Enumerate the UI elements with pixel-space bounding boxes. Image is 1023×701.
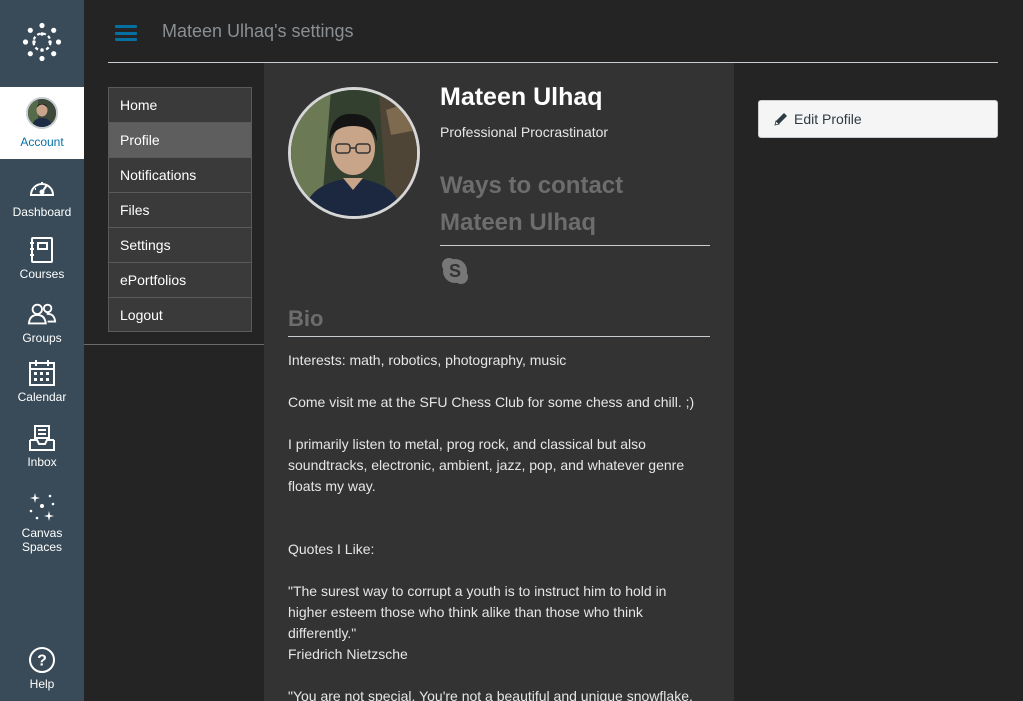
section-nav-divider	[84, 344, 264, 345]
secnav-item-profile[interactable]: Profile	[108, 122, 252, 157]
bio-heading: Bio	[288, 306, 710, 337]
nav-dashboard-label: Dashboard	[12, 205, 72, 219]
bio-music: I primarily listen to metal, prog rock, …	[288, 436, 685, 494]
bio-text: Interests: math, robotics, photography, …	[288, 350, 708, 701]
nav-canvas-spaces[interactable]: Canvas Spaces	[0, 490, 84, 554]
breadcrumb[interactable]: Mateen Ulhaq's settings	[162, 21, 354, 42]
bio-quote-author: Friedrich Nietzsche	[288, 646, 408, 662]
nav-account-label: Account	[20, 135, 64, 149]
menu-toggle-icon[interactable]	[115, 25, 137, 41]
nav-spaces-label-1: Canvas	[21, 526, 63, 540]
inbox-icon	[27, 423, 57, 453]
nav-courses-label: Courses	[19, 267, 65, 281]
dashboard-icon	[27, 173, 57, 203]
secnav-item-home[interactable]: Home	[108, 87, 252, 122]
bio-quote: "You are not special. You're not a beaut…	[288, 688, 693, 701]
courses-icon	[27, 235, 57, 265]
bio-interests: Interests: math, robotics, photography, …	[288, 352, 567, 368]
page-header: Mateen Ulhaq's settings	[108, 0, 998, 63]
calendar-icon	[27, 358, 57, 388]
section-nav: Home Profile Notifications Files Setting…	[108, 87, 252, 332]
nav-calendar-label: Calendar	[17, 390, 67, 404]
secnav-item-notifications[interactable]: Notifications	[108, 157, 252, 192]
profile-title: Professional Procrastinator	[440, 124, 609, 140]
nav-calendar[interactable]: Calendar	[0, 358, 84, 404]
profile-name: Mateen Ulhaq	[440, 83, 603, 111]
groups-icon	[27, 299, 57, 329]
nav-inbox-label: Inbox	[27, 455, 57, 469]
nav-help[interactable]: ? Help	[0, 645, 84, 691]
canvas-logo-icon[interactable]	[0, 0, 84, 84]
pencil-icon	[773, 111, 789, 127]
nav-courses[interactable]: Courses	[0, 235, 84, 281]
nav-inbox[interactable]: Inbox	[0, 423, 84, 469]
skype-icon[interactable]: S	[440, 256, 470, 286]
svg-text:?: ?	[37, 653, 47, 670]
edit-profile-button[interactable]: Edit Profile	[758, 100, 998, 138]
avatar	[26, 97, 58, 129]
bio-quotes-label: Quotes I Like:	[288, 541, 375, 557]
edit-profile-label: Edit Profile	[794, 111, 862, 127]
bio-chess: Come visit me at the SFU Chess Club for …	[288, 394, 695, 410]
bio-quote: "The surest way to corrupt a youth is to…	[288, 583, 667, 641]
contact-heading: Ways to contact Mateen Ulhaq	[440, 167, 710, 246]
secnav-item-settings[interactable]: Settings	[108, 227, 252, 262]
svg-text:S: S	[449, 261, 461, 281]
nav-groups[interactable]: Groups	[0, 299, 84, 345]
profile-content: Mateen Ulhaq Professional Procrastinator…	[264, 63, 734, 701]
nav-dashboard[interactable]: Dashboard	[0, 173, 84, 219]
spaces-icon	[27, 490, 57, 524]
nav-help-label: Help	[29, 677, 55, 691]
global-nav: Account Dashboard Courses Groups Calenda…	[0, 0, 84, 701]
secnav-item-eportfolios[interactable]: ePortfolios	[108, 262, 252, 297]
help-icon: ?	[27, 645, 57, 675]
nav-groups-label: Groups	[22, 331, 62, 345]
profile-avatar	[288, 87, 420, 219]
nav-spaces-label-2: Spaces	[21, 540, 63, 554]
nav-account[interactable]: Account	[0, 87, 84, 159]
secnav-item-files[interactable]: Files	[108, 192, 252, 227]
secnav-item-logout[interactable]: Logout	[108, 297, 252, 332]
